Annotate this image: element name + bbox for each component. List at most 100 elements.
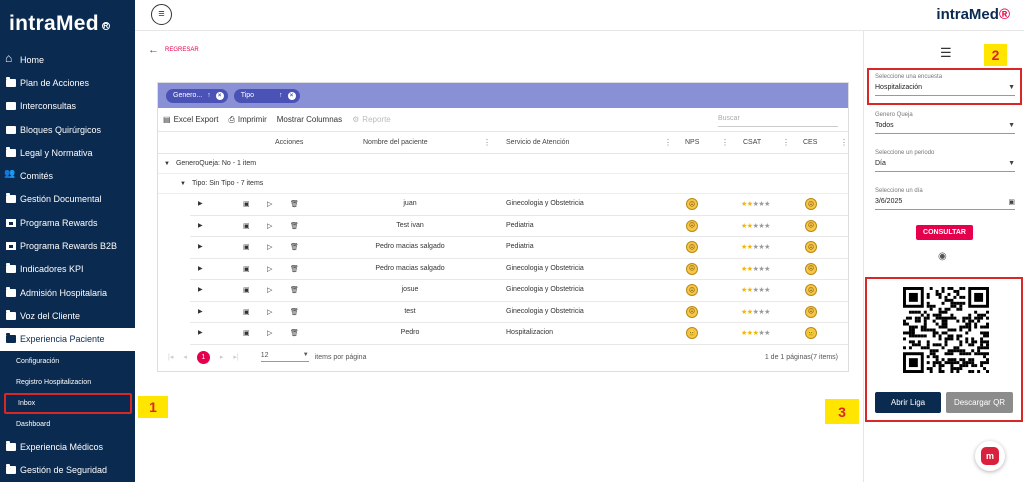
sort-up-icon[interactable]: ↑: [207, 92, 211, 99]
header-csat[interactable]: CSAT: [743, 139, 761, 146]
clipboard-icon[interactable]: ▣: [243, 308, 250, 316]
header-acciones[interactable]: Acciones: [275, 139, 303, 146]
header-servicio[interactable]: Servicio de Atención: [506, 139, 569, 146]
expand-row-icon[interactable]: ▶: [198, 308, 203, 315]
clipboard-icon[interactable]: ▣: [243, 200, 250, 208]
group-chip-genero[interactable]: Genero... ↑ ×: [166, 88, 228, 103]
first-page-icon[interactable]: |◂: [168, 353, 173, 361]
header-nombre[interactable]: Nombre del paciente: [363, 139, 428, 146]
sidebar-item-experiencia-m-dicos[interactable]: Experiencia Médicos: [0, 435, 135, 458]
page-number-button[interactable]: 1: [196, 350, 210, 364]
sidebar-item-bloques-quir-rgicos[interactable]: Bloques Quirúrgicos: [0, 118, 135, 141]
table-row[interactable]: ▶ ▣ ▷ 🗑 Test ivan Pediatria ☹ ★★★★★ ☹: [190, 216, 848, 237]
trash-icon[interactable]: 🗑: [290, 329, 299, 337]
eye-icon[interactable]: ◉: [938, 251, 947, 262]
tag-icon[interactable]: ▷: [267, 286, 272, 294]
trash-icon[interactable]: 🗑: [290, 286, 299, 294]
consultar-button[interactable]: CONSULTAR: [916, 225, 973, 240]
table-row[interactable]: ▶ ▣ ▷ 🗑 juan Ginecologia y Obstetricia ☹ ★★★★★ ☹: [190, 194, 848, 216]
sidebar-item-admisi-n-hospitalaria[interactable]: Admisión Hospitalaria: [0, 281, 135, 304]
group-row-genero[interactable]: ▼ GeneroQueja: No - 1 item: [158, 154, 848, 174]
brand-logo[interactable]: intraMed R: [0, 0, 135, 48]
header-ces[interactable]: CES: [803, 139, 817, 146]
group-row-tipo[interactable]: ▼ Tipo: Sin Tipo - 7 items: [158, 174, 848, 194]
sidebar-item-voz-del-cliente[interactable]: Voz del Cliente: [0, 304, 135, 327]
menu-toggle-button[interactable]: ≡: [151, 4, 172, 25]
sidebar-item-legal-y-normativa[interactable]: Legal y Normativa: [0, 141, 135, 164]
sidebar-item-programa-rewards[interactable]: Programa Rewards: [0, 211, 135, 234]
sidebar-subitem-configuraci-n[interactable]: Configuración: [0, 351, 135, 372]
collapse-icon[interactable]: ▼: [164, 161, 170, 167]
encuesta-select[interactable]: Seleccione una encuesta Hospitalización ▼: [875, 74, 1015, 96]
sidebar-item-plan-de-acciones[interactable]: Plan de Acciones: [0, 71, 135, 94]
periodo-select[interactable]: Seleccione un periodo Día ▼: [875, 150, 1015, 172]
column-menu-icon[interactable]: ⋮: [664, 138, 672, 147]
excel-export-button[interactable]: ▤ Excel Export: [163, 115, 218, 124]
expand-row-icon[interactable]: ▶: [198, 286, 203, 293]
table-row[interactable]: ▶ ▣ ▷ 🗑 josue Ginecologia y Obstetricia ☹ ★★★★★…: [190, 280, 848, 302]
sidebar-subitem-dashboard[interactable]: Dashboard: [0, 414, 135, 435]
prev-page-icon[interactable]: ◂: [183, 353, 187, 361]
clipboard-icon[interactable]: ▣: [243, 329, 250, 337]
expand-row-icon[interactable]: ▶: [198, 265, 203, 272]
tag-icon[interactable]: ▷: [267, 265, 272, 273]
tag-icon[interactable]: ▷: [267, 200, 272, 208]
tag-icon[interactable]: ▷: [267, 308, 272, 316]
group-chip-tipo[interactable]: Tipo ↑ ×: [233, 88, 300, 103]
abrir-liga-button[interactable]: Abrir Liga: [875, 392, 941, 413]
table-row[interactable]: ▶ ▣ ▷ 🗑 test Ginecologia y Obstetricia ☹ ★★★★★ ☹: [190, 302, 848, 323]
remove-chip-icon[interactable]: ×: [287, 91, 296, 100]
back-link[interactable]: ← REGRESAR: [148, 44, 199, 56]
sort-up-icon[interactable]: ↑: [279, 92, 283, 99]
clipboard-icon[interactable]: ▣: [243, 243, 250, 251]
hamburger-icon[interactable]: ☰: [940, 45, 952, 61]
trash-icon[interactable]: 🗑: [290, 243, 299, 251]
clipboard-icon[interactable]: ▣: [243, 265, 250, 273]
trash-icon[interactable]: 🗑: [290, 308, 299, 316]
tag-icon[interactable]: ▷: [267, 222, 272, 230]
sidebar-subitem-registro-hospitalizacion[interactable]: Registro Hospitalizacion: [0, 372, 135, 393]
sidebar-item-comit-s[interactable]: Comités: [0, 164, 135, 187]
genero-select[interactable]: Genero Queja Todos ▼: [875, 112, 1015, 134]
page-size-select[interactable]: 12: [260, 352, 309, 362]
sidebar-item-programa-rewards-b2b[interactable]: Programa Rewards B2B: [0, 234, 135, 257]
table-row[interactable]: ▶ ▣ ▷ 🗑 Pedro Hospitalizacion 😐 ★★★★★ 😐: [190, 323, 848, 345]
sidebar-item-gesti-n-de-seguridad[interactable]: Gestión de Seguridad: [0, 458, 135, 481]
tag-icon[interactable]: ▷: [267, 243, 272, 251]
show-columns-button[interactable]: Mostrar Columnas: [277, 115, 342, 124]
sidebar-item-home[interactable]: Home: [0, 48, 135, 71]
collapse-icon[interactable]: ▼: [180, 181, 186, 187]
column-menu-icon[interactable]: ⋮: [483, 138, 491, 147]
last-page-icon[interactable]: ▸|: [233, 353, 238, 361]
table-row[interactable]: ▶ ▣ ▷ 🗑 Pedro macias salgado Ginecologia y Ob…: [190, 259, 848, 280]
remove-chip-icon[interactable]: ×: [215, 91, 224, 100]
column-menu-icon[interactable]: ⋮: [721, 138, 729, 147]
chat-widget-button[interactable]: m: [975, 441, 1005, 471]
sidebar-item-interconsultas[interactable]: Interconsultas: [0, 95, 135, 118]
descargar-qr-button[interactable]: Descargar QR: [946, 392, 1013, 413]
print-button[interactable]: ⎙ Imprimir: [228, 115, 266, 125]
grid-search-input[interactable]: Buscar: [718, 111, 838, 127]
sidebar-item-indicadores-kpi[interactable]: Indicadores KPI: [0, 258, 135, 281]
sidebar-item-gesti-n-documental[interactable]: Gestión Documental: [0, 188, 135, 211]
expand-row-icon[interactable]: ▶: [198, 329, 203, 336]
expand-row-icon[interactable]: ▶: [198, 243, 203, 250]
report-button[interactable]: ⚙ Reporte: [352, 115, 391, 124]
column-menu-icon[interactable]: ⋮: [782, 138, 790, 147]
next-page-icon[interactable]: ▸: [220, 353, 224, 361]
header-nps[interactable]: NPS: [685, 139, 699, 146]
table-row[interactable]: ▶ ▣ ▷ 🗑 Pedro macias salgado Pediatria ☹ ★★★★★ ☹: [190, 237, 848, 259]
clipboard-icon[interactable]: ▣: [243, 222, 250, 230]
expand-row-icon[interactable]: ▶: [198, 222, 203, 229]
trash-icon[interactable]: 🗑: [290, 200, 299, 208]
clipboard-icon[interactable]: ▣: [243, 286, 250, 294]
trash-icon[interactable]: 🗑: [290, 265, 299, 273]
expand-row-icon[interactable]: ▶: [198, 200, 203, 207]
chat-logo-icon: m: [981, 447, 999, 465]
sidebar-subitem-inbox[interactable]: Inbox: [4, 392, 132, 414]
dia-date-input[interactable]: Seleccione un día 3/6/2025 ▣: [875, 188, 1015, 210]
trash-icon[interactable]: 🗑: [290, 222, 299, 230]
sidebar-item-experiencia-paciente[interactable]: Experiencia Paciente: [0, 327, 135, 351]
tag-icon[interactable]: ▷: [267, 329, 272, 337]
column-menu-icon[interactable]: ⋮: [840, 138, 848, 147]
